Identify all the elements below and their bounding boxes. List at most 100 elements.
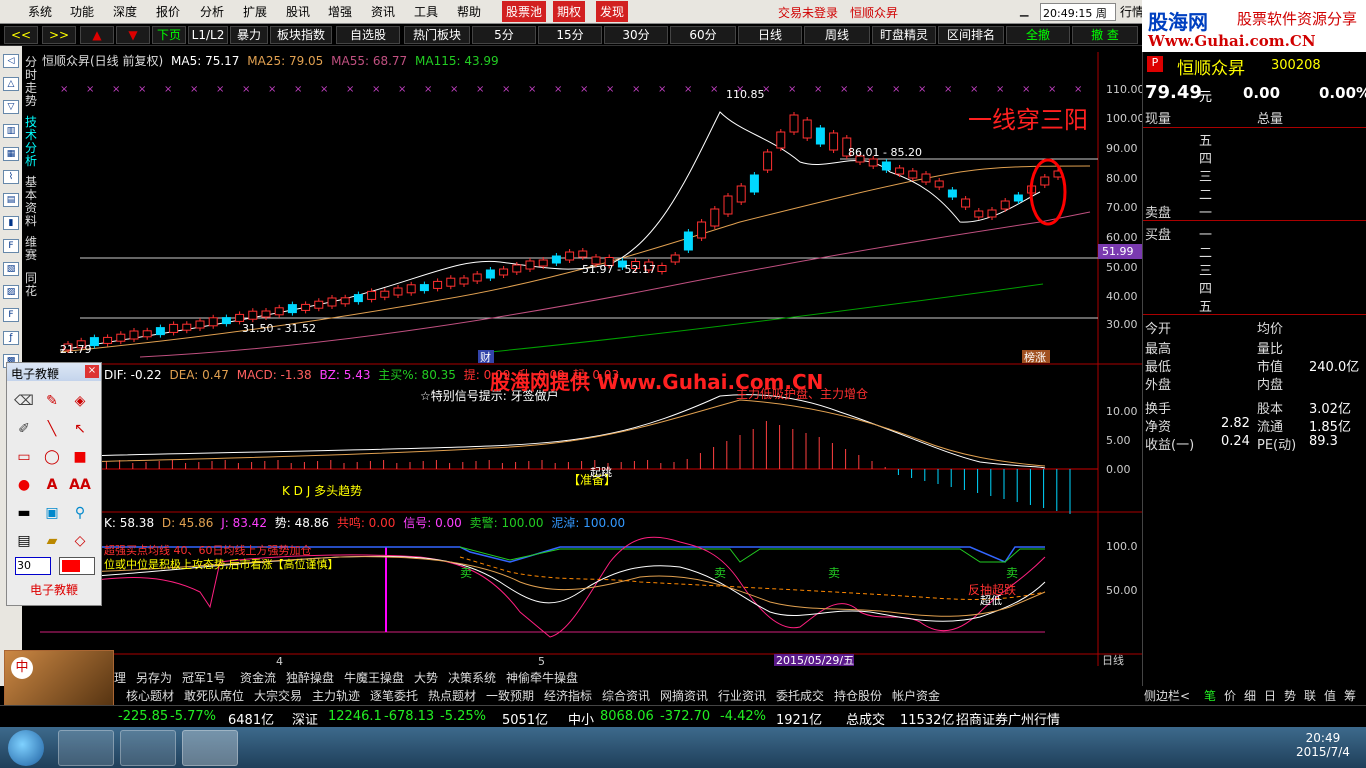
- candle-icon[interactable]: ▮: [3, 216, 19, 230]
- arrow-left-icon[interactable]: ◁: [3, 54, 19, 68]
- color-select[interactable]: [59, 557, 95, 575]
- report-icon[interactable]: ▨: [3, 285, 19, 299]
- formula-tab[interactable]: 冠军1号: [182, 669, 226, 686]
- toolbar-weekly-button[interactable]: 周线: [804, 26, 870, 44]
- arrow-up-icon[interactable]: △: [3, 77, 19, 91]
- menu-tools[interactable]: 工具: [414, 3, 438, 20]
- toolbar-prev-button[interactable]: <<: [4, 26, 38, 44]
- vtab-tonghua[interactable]: 同花: [24, 272, 38, 298]
- formula-tab[interactable]: 大势: [414, 669, 438, 686]
- toolbar-30min-button[interactable]: 30分: [604, 26, 668, 44]
- grid-icon[interactable]: ▦: [3, 147, 19, 161]
- formula-tab[interactable]: 神偷牵牛操盘: [506, 669, 578, 686]
- info-tab[interactable]: 一致预期: [486, 687, 534, 704]
- info-tab[interactable]: 主力轨迹: [312, 687, 360, 704]
- vtab-technical[interactable]: 技术分析: [24, 116, 38, 168]
- toolbar-nextpage-button[interactable]: 下页: [152, 26, 186, 44]
- menu-system[interactable]: 系统: [28, 3, 52, 20]
- info-tab[interactable]: 经济指标: [544, 687, 592, 704]
- text-size-icon[interactable]: AA: [69, 475, 91, 495]
- toolbar-hot-sector-button[interactable]: 热门板块: [404, 26, 470, 44]
- formula-tab[interactable]: 资金流: [240, 669, 276, 686]
- menu-info[interactable]: 资讯: [371, 3, 395, 20]
- side-tab[interactable]: 价: [1224, 687, 1236, 704]
- formula-tab[interactable]: 理: [114, 669, 126, 686]
- toolbar-watchlist-button[interactable]: 自选股: [336, 26, 400, 44]
- toolbar-monitor-button[interactable]: 盯盘精灵: [872, 26, 936, 44]
- formula-tab[interactable]: 独醉操盘: [286, 669, 334, 686]
- info-tab[interactable]: 大宗交易: [254, 687, 302, 704]
- news-icon[interactable]: ▧: [3, 262, 19, 276]
- menu-enhance[interactable]: 增强: [328, 3, 352, 20]
- side-tab[interactable]: 笔: [1204, 687, 1216, 704]
- size-select[interactable]: 30: [15, 557, 51, 575]
- formula-tab[interactable]: 牛魔王操盘: [344, 669, 404, 686]
- brush-icon[interactable]: ✐: [13, 419, 35, 439]
- screenshot-icon[interactable]: ▣: [41, 503, 63, 523]
- chart-area[interactable]: 110.00 100.00 90.00 80.00 70.00 60.00 50…: [40, 52, 1142, 666]
- menu-stock-news[interactable]: 股讯: [286, 3, 310, 20]
- formula-tab[interactable]: 决策系统: [448, 669, 496, 686]
- info-tab[interactable]: 热点题材: [428, 687, 476, 704]
- menu-analysis[interactable]: 分析: [200, 3, 224, 20]
- menu-depth[interactable]: 深度: [113, 3, 137, 20]
- eraser-icon[interactable]: ⌫: [13, 391, 35, 411]
- info-tab[interactable]: 委托成交: [776, 687, 824, 704]
- filled-rectangle-icon[interactable]: ■: [69, 447, 91, 467]
- ellipse-icon[interactable]: ◯: [41, 447, 63, 467]
- line-icon[interactable]: ╲: [41, 419, 63, 439]
- toolbar-cancel-query-button[interactable]: 撤 查: [1072, 26, 1138, 44]
- line-width-icon[interactable]: ▬: [13, 503, 35, 523]
- vtab-fundamental[interactable]: 基本资料: [24, 176, 38, 228]
- options-button[interactable]: 期权: [553, 1, 586, 22]
- toolbar-up-button[interactable]: ▲: [80, 26, 114, 44]
- vtab-weisai[interactable]: 维赛: [24, 236, 38, 262]
- fill-icon[interactable]: ◈: [69, 391, 91, 411]
- menu-help[interactable]: 帮助: [457, 3, 481, 20]
- toolbar-sector-index-button[interactable]: 板块指数: [270, 26, 332, 44]
- f2-icon[interactable]: F: [3, 308, 19, 322]
- zoom-icon[interactable]: ⚲: [69, 503, 91, 523]
- arrow-down-icon[interactable]: ▽: [3, 100, 19, 114]
- menu-function[interactable]: 功能: [70, 3, 94, 20]
- taskbar-app-icon[interactable]: [58, 730, 114, 766]
- close-icon[interactable]: ×: [85, 365, 99, 378]
- side-tab[interactable]: 细: [1244, 687, 1256, 704]
- toolbar-next-button[interactable]: >>: [42, 26, 76, 44]
- side-tab[interactable]: 侧边栏<: [1144, 687, 1190, 704]
- arrow-icon[interactable]: ↖: [69, 419, 91, 439]
- toolbar-daily-button[interactable]: 日线: [738, 26, 802, 44]
- toolbar-15min-button[interactable]: 15分: [538, 26, 602, 44]
- start-button[interactable]: [8, 730, 44, 766]
- avatar[interactable]: 中: [4, 650, 114, 708]
- info-tab[interactable]: 持仓股份: [834, 687, 882, 704]
- info-tab[interactable]: 帐户资金: [892, 687, 940, 704]
- text-icon[interactable]: A: [41, 475, 63, 495]
- minimize-icon[interactable]: ▁: [1020, 4, 1028, 17]
- taskbar-app-icon[interactable]: [182, 730, 238, 766]
- toolbar-60min-button[interactable]: 60分: [670, 26, 736, 44]
- toolbar-down-button[interactable]: ▼: [116, 26, 150, 44]
- info-tab[interactable]: 逐笔委托: [370, 687, 418, 704]
- info-tab[interactable]: 核心题材: [126, 687, 174, 704]
- info-tab[interactable]: 敢死队席位: [184, 687, 244, 704]
- fx-icon[interactable]: ƒ: [3, 331, 19, 345]
- menu-quote[interactable]: 报价: [156, 3, 180, 20]
- toolbar-range-rank-button[interactable]: 区间排名: [938, 26, 1004, 44]
- clear-icon[interactable]: ◇: [69, 531, 91, 551]
- toolbar-l1l2-button[interactable]: L1/L2: [188, 26, 228, 44]
- info-tab[interactable]: 网摘资讯: [660, 687, 708, 704]
- f10-icon[interactable]: F: [3, 239, 19, 253]
- formula-tab[interactable]: 另存为: [136, 669, 172, 686]
- tray-clock[interactable]: 20:49 2015/7/4: [1296, 731, 1350, 759]
- table-icon[interactable]: ▤: [3, 193, 19, 207]
- toolbar-cancel-all-button[interactable]: 全撤: [1006, 26, 1070, 44]
- side-tab[interactable]: 日: [1264, 687, 1276, 704]
- open-folder-icon[interactable]: ▰: [41, 531, 63, 551]
- save-icon[interactable]: ▤: [13, 531, 35, 551]
- side-tab[interactable]: 筹: [1344, 687, 1356, 704]
- filled-ellipse-icon[interactable]: ●: [13, 475, 35, 495]
- side-tab[interactable]: 联: [1304, 687, 1316, 704]
- info-tab[interactable]: 行业资讯: [718, 687, 766, 704]
- rectangle-icon[interactable]: ▭: [13, 447, 35, 467]
